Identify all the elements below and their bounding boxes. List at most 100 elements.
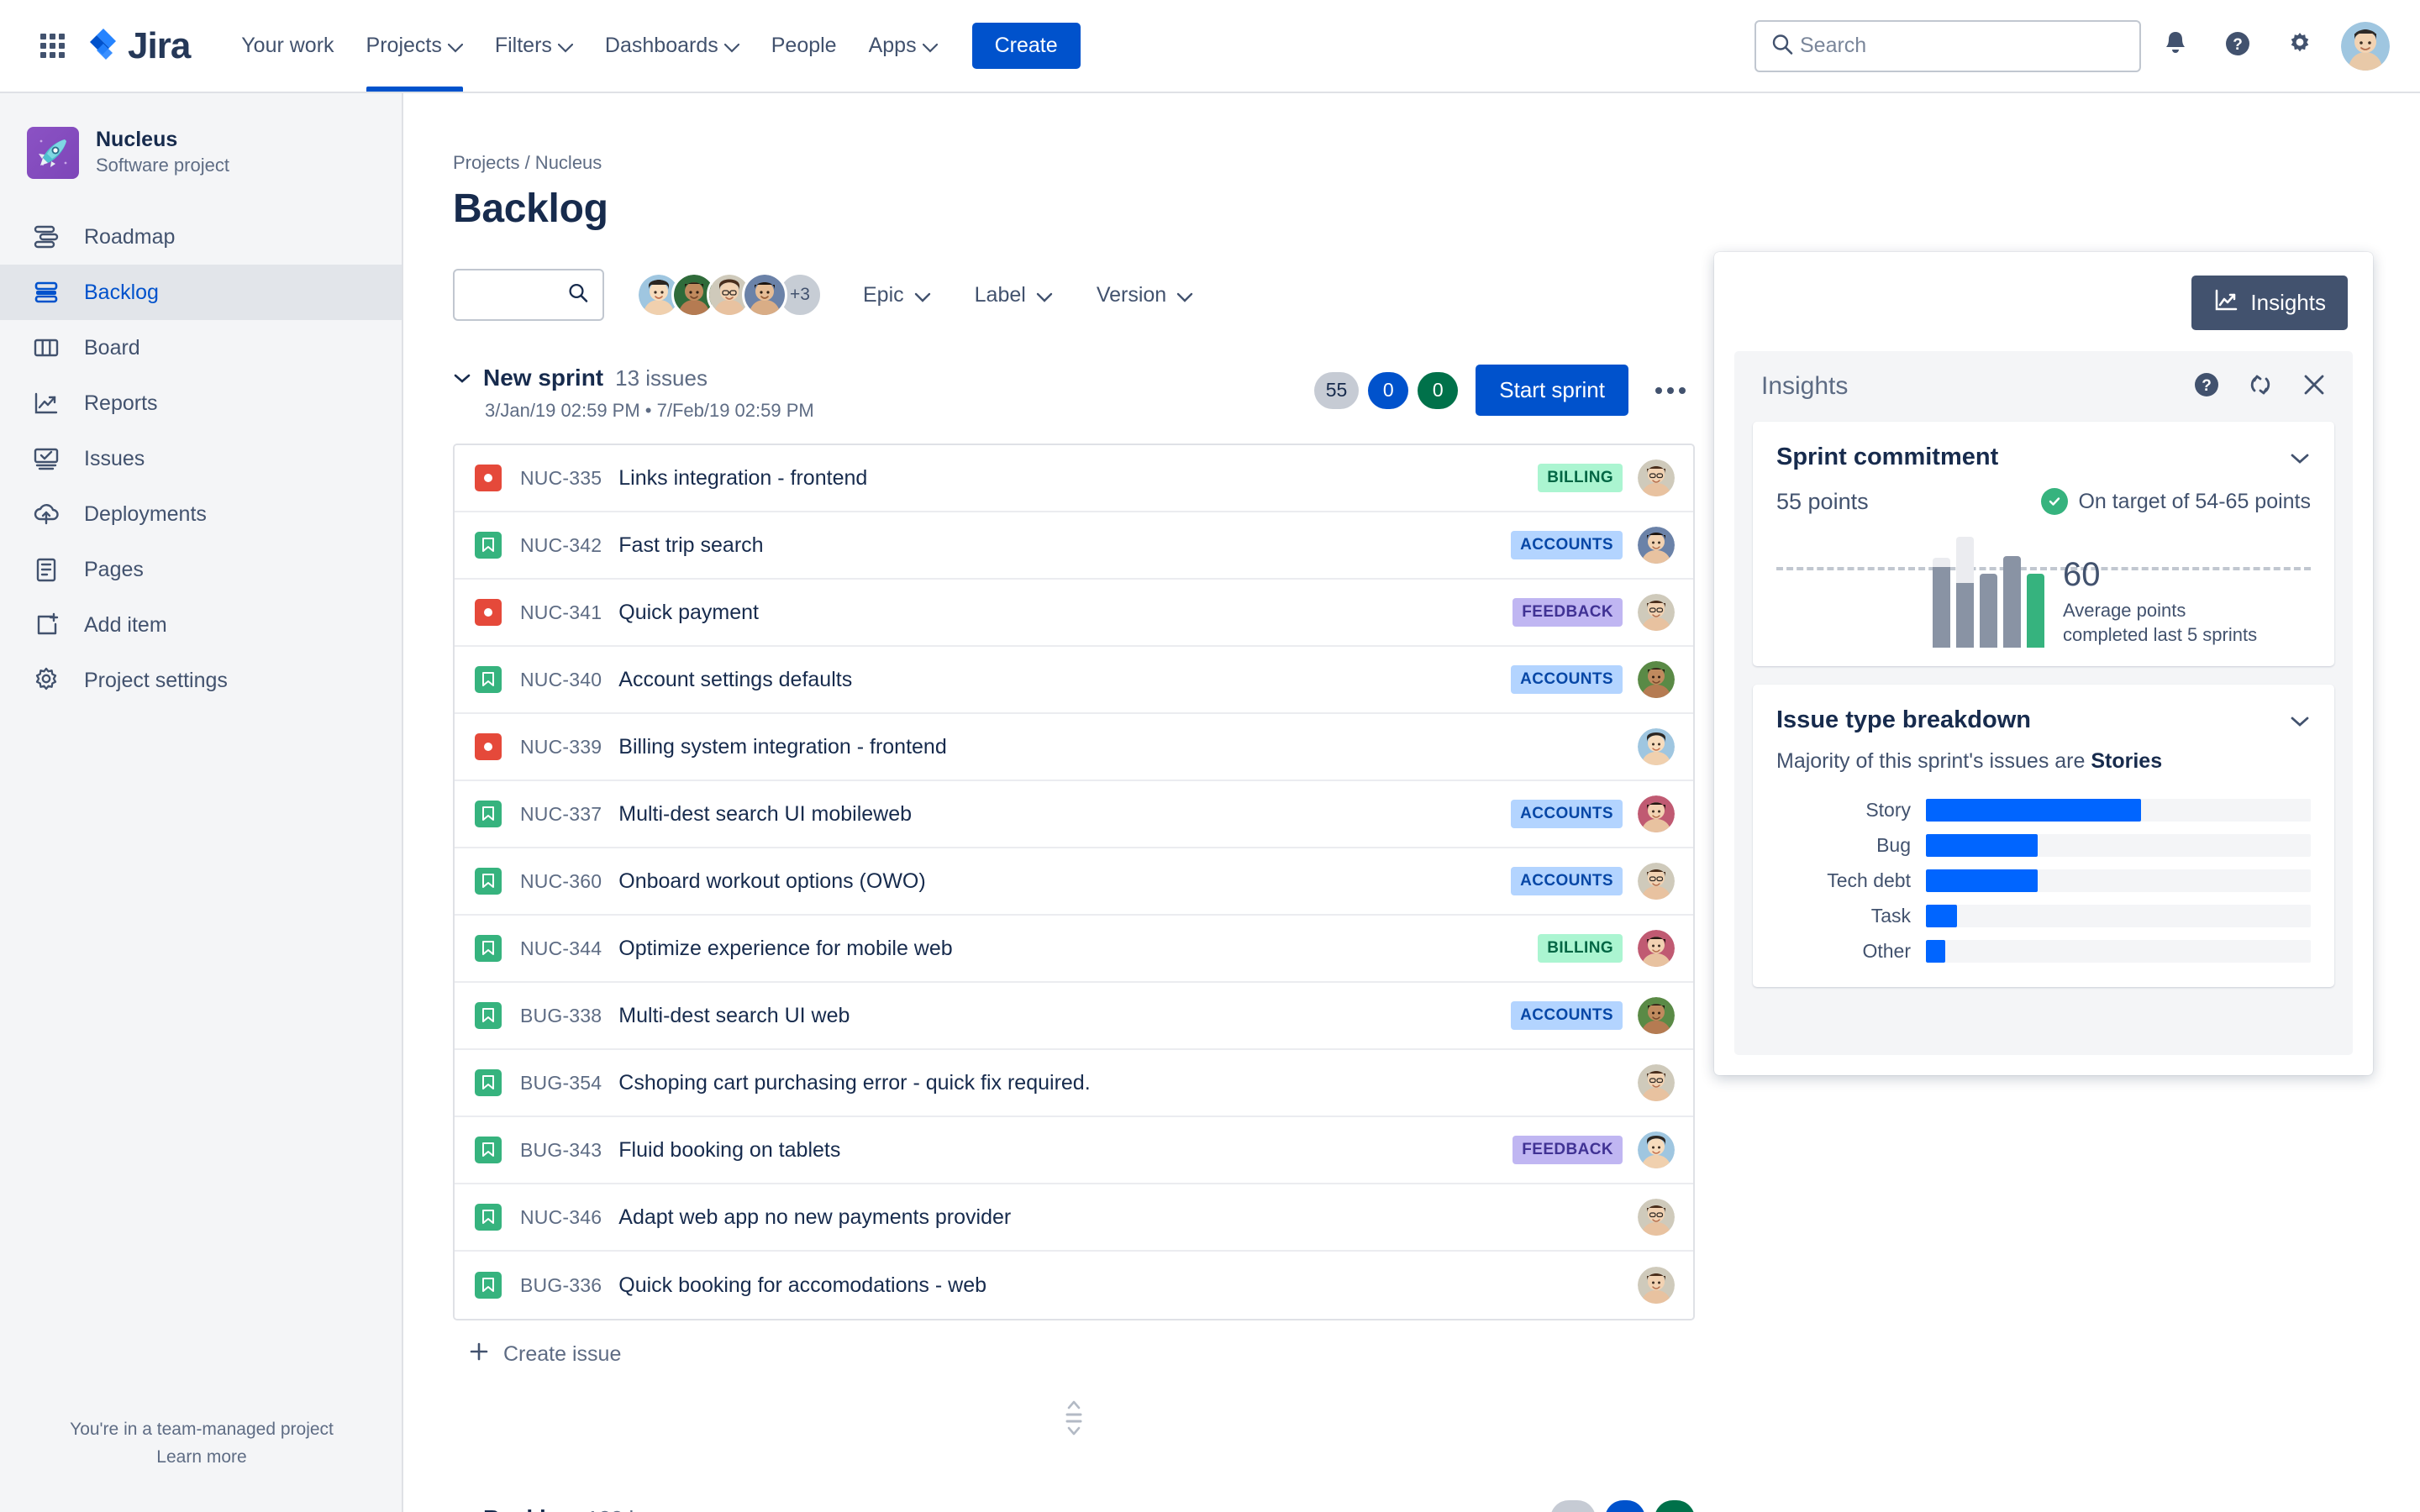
table-row[interactable]: BUG-338 Multi-dest search UI web ACCOUNT… — [455, 983, 1693, 1050]
table-row[interactable]: NUC-342 Fast trip search ACCOUNTS — [455, 512, 1693, 580]
chevron-down-icon[interactable] — [2289, 451, 2311, 465]
issue-summary[interactable]: Cshoping cart purchasing error - quick f… — [618, 1071, 1090, 1095]
assignee-avatar[interactable] — [1638, 795, 1675, 832]
table-row[interactable]: NUC-341 Quick payment FEEDBACK — [455, 580, 1693, 647]
assignee-avatar[interactable] — [1638, 594, 1675, 631]
nav-apps[interactable]: Apps — [853, 0, 954, 92]
table-row[interactable]: BUG-354 Cshoping cart purchasing error -… — [455, 1050, 1693, 1117]
issue-key[interactable]: BUG-343 — [520, 1139, 602, 1162]
notifications-button[interactable] — [2148, 18, 2203, 74]
sidebar-item-reports[interactable]: Reports — [0, 375, 402, 431]
epic-tag[interactable]: BILLING — [1538, 464, 1623, 492]
nav-dashboards[interactable]: Dashboards — [589, 0, 755, 92]
start-sprint-button[interactable]: Start sprint — [1476, 365, 1628, 416]
global-search-input[interactable] — [1800, 34, 2139, 58]
table-row[interactable]: NUC-346 Adapt web app no new payments pr… — [455, 1184, 1693, 1252]
issue-key[interactable]: NUC-344 — [520, 937, 602, 960]
issue-summary[interactable]: Multi-dest search UI web — [618, 1004, 850, 1028]
insights-refresh-button[interactable] — [2244, 370, 2277, 403]
table-row[interactable]: BUG-336 Quick booking for accomodations … — [455, 1252, 1693, 1319]
filter-epic[interactable]: Epic — [860, 276, 934, 314]
badge-todo[interactable]: 65 — [1550, 1500, 1596, 1512]
app-switcher-button[interactable] — [29, 23, 76, 70]
issue-summary[interactable]: Account settings defaults — [618, 668, 852, 692]
assignee-avatar[interactable] — [1638, 1199, 1675, 1236]
global-search-box[interactable] — [1754, 19, 2141, 72]
assignee-avatar[interactable] — [1638, 459, 1675, 496]
issue-summary[interactable]: Billing system integration - frontend — [618, 735, 946, 759]
assignee-avatar[interactable] — [1638, 1131, 1675, 1168]
table-row[interactable]: NUC-337 Multi-dest search UI mobileweb A… — [455, 781, 1693, 848]
sidebar-item-roadmap[interactable]: Roadmap — [0, 209, 402, 265]
issue-key[interactable]: NUC-346 — [520, 1206, 602, 1229]
issue-key[interactable]: NUC-335 — [520, 467, 602, 490]
badge-in-progress[interactable]: 0 — [1605, 1500, 1645, 1512]
issue-summary[interactable]: Optimize experience for mobile web — [618, 937, 952, 961]
assignee-avatar[interactable] — [1638, 1267, 1675, 1304]
sprint-more-actions-button[interactable] — [1646, 366, 1695, 415]
epic-tag[interactable]: ACCOUNTS — [1511, 867, 1623, 895]
issue-summary[interactable]: Quick booking for accomodations - web — [618, 1273, 986, 1298]
assignee-avatar[interactable] — [1638, 728, 1675, 765]
project-header[interactable]: Nucleus Software project — [0, 118, 402, 187]
epic-tag[interactable]: FEEDBACK — [1512, 1136, 1623, 1164]
insights-close-button[interactable] — [2297, 370, 2331, 403]
sidebar-item-backlog[interactable]: Backlog — [0, 265, 402, 320]
insights-help-button[interactable]: ? — [2190, 370, 2223, 403]
issue-key[interactable]: NUC-342 — [520, 534, 602, 557]
filter-label[interactable]: Label — [971, 276, 1056, 314]
epic-tag[interactable]: ACCOUNTS — [1511, 1001, 1623, 1030]
issue-summary[interactable]: Links integration - frontend — [618, 466, 867, 491]
table-row[interactable]: NUC-335 Links integration - frontend BIL… — [455, 445, 1693, 512]
badge-todo[interactable]: 55 — [1313, 371, 1360, 409]
filter-version[interactable]: Version — [1093, 276, 1197, 314]
epic-tag[interactable]: BILLING — [1538, 934, 1623, 963]
issue-summary[interactable]: Onboard workout options (OWO) — [618, 869, 925, 894]
sidebar-item-board[interactable]: Board — [0, 320, 402, 375]
learn-more-link[interactable]: Learn more — [0, 1443, 403, 1472]
avatar[interactable] — [742, 272, 787, 318]
table-row[interactable]: BUG-343 Fluid booking on tablets FEEDBAC… — [455, 1117, 1693, 1184]
sidebar-item-pages[interactable]: Pages — [0, 542, 402, 597]
insights-toggle-button[interactable]: Insights — [2191, 276, 2348, 330]
jira-home-logo[interactable]: Jira — [86, 27, 191, 66]
backlog-search-box[interactable] — [453, 269, 604, 321]
create-issue-button[interactable]: Create issue — [468, 1341, 621, 1368]
epic-tag[interactable]: ACCOUNTS — [1511, 531, 1623, 559]
create-button[interactable]: Create — [971, 23, 1081, 69]
assignee-avatar[interactable] — [1638, 930, 1675, 967]
table-row[interactable]: NUC-344 Optimize experience for mobile w… — [455, 916, 1693, 983]
help-button[interactable]: ? — [2210, 18, 2265, 74]
settings-button[interactable] — [2272, 18, 2328, 74]
sidebar-item-issues[interactable]: Issues — [0, 431, 402, 486]
table-row[interactable]: NUC-339 Billing system integration - fro… — [455, 714, 1693, 781]
breadcrumb[interactable]: Projects / Nucleus — [405, 93, 2420, 174]
table-row[interactable]: NUC-360 Onboard workout options (OWO) AC… — [455, 848, 1693, 916]
issue-summary[interactable]: Fast trip search — [618, 533, 763, 558]
epic-tag[interactable]: FEEDBACK — [1512, 598, 1623, 627]
issue-key[interactable]: NUC-340 — [520, 669, 602, 691]
nav-your-work[interactable]: Your work — [225, 0, 350, 92]
breadcrumb-text[interactable]: Projects / Nucleus — [453, 152, 602, 173]
issue-key[interactable]: NUC-341 — [520, 601, 602, 624]
assignee-avatar[interactable] — [1638, 661, 1675, 698]
issue-key[interactable]: BUG-354 — [520, 1072, 602, 1095]
issue-key[interactable]: BUG-336 — [520, 1274, 602, 1297]
issue-summary[interactable]: Quick payment — [618, 601, 759, 625]
assignee-avatar[interactable] — [1638, 527, 1675, 564]
sidebar-item-project-settings[interactable]: Project settings — [0, 653, 402, 708]
issue-key[interactable]: NUC-360 — [520, 870, 602, 893]
issue-key[interactable]: BUG-338 — [520, 1005, 602, 1027]
badge-done[interactable]: 0 — [1418, 371, 1459, 409]
issue-key[interactable]: NUC-337 — [520, 803, 602, 826]
issue-summary[interactable]: Adapt web app no new payments provider — [618, 1205, 1011, 1230]
badge-done[interactable]: 0 — [1655, 1500, 1695, 1512]
sprint-collapse-chevron-icon[interactable] — [453, 372, 471, 384]
badge-in-progress[interactable]: 0 — [1368, 371, 1409, 409]
nav-projects[interactable]: Projects — [350, 0, 479, 92]
sidebar-item-deployments[interactable]: Deployments — [0, 486, 402, 542]
panel-resize-handle[interactable] — [453, 1397, 1695, 1443]
assignee-avatar[interactable] — [1638, 1064, 1675, 1101]
assignee-avatar[interactable] — [1638, 863, 1675, 900]
issue-key[interactable]: NUC-339 — [520, 736, 602, 759]
